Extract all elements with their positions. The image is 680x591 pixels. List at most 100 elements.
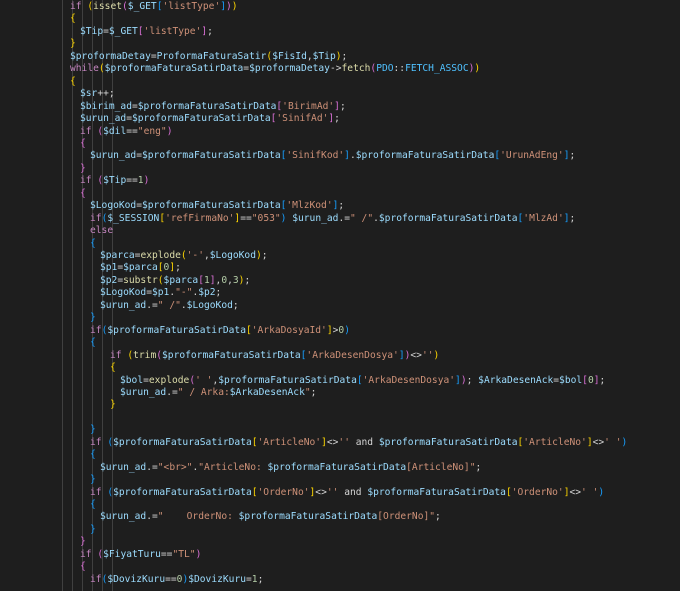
code-line[interactable]: if($proformaFaturaSatirData['ArkaDosyaId… — [90, 325, 350, 337]
code-variable: $LogoKod — [100, 287, 147, 299]
code-operator: ; — [569, 150, 576, 162]
code-line[interactable]: } — [70, 38, 76, 50]
code-line[interactable]: if ($proformaFaturaSatirData['OrderNo']<… — [90, 487, 604, 499]
code-line[interactable]: $urun_ad=$proformaFaturaSatirData['Sinif… — [80, 113, 340, 125]
code-operator: ; — [244, 274, 251, 286]
code-line[interactable]: } — [90, 474, 96, 486]
code-line[interactable]: { — [80, 561, 86, 573]
code-variable: $p2 — [100, 274, 118, 286]
indent-guide — [72, 0, 73, 591]
code-bracket: } — [80, 162, 86, 174]
code-line[interactable]: } — [90, 524, 96, 536]
code-line[interactable]: { — [90, 238, 96, 250]
code-keyword: if — [90, 324, 102, 336]
code-variable: $proformaFaturaSatirData — [238, 511, 378, 523]
code-line[interactable]: if($DovizKuru==0)$DovizKuru=1; — [90, 574, 263, 586]
code-variable: $_GET — [108, 25, 138, 37]
code-variable: $proformaFaturaSatirData — [142, 150, 281, 162]
code-line[interactable]: else — [90, 225, 113, 237]
code-variable: $birim_ad — [80, 100, 132, 112]
code-line[interactable]: } — [80, 536, 86, 548]
code-line[interactable]: { — [80, 188, 86, 200]
code-line[interactable]: $urun_ad.="<br>"."ArticleNo: $proformaFa… — [100, 462, 481, 474]
code-operator: ; — [475, 461, 482, 473]
code-string: ' ' — [604, 436, 622, 448]
code-line[interactable]: { — [70, 76, 76, 88]
code-line[interactable]: if($_SESSION['refFirmaNo']=="053") $urun… — [90, 213, 575, 225]
code-keyword: if — [70, 1, 82, 12]
code-operator: == — [165, 573, 177, 585]
code-operator: ; — [341, 50, 348, 62]
code-variable: $p1 — [152, 287, 170, 299]
code-line[interactable]: { — [90, 499, 96, 511]
code-line[interactable]: $parca=explode('-',$LogoKod); — [100, 250, 268, 262]
code-bracket: ) — [621, 436, 628, 448]
code-operator: ; — [215, 287, 222, 299]
code-variable: $urun_ad — [120, 386, 167, 398]
code-line[interactable]: } — [110, 399, 116, 411]
code-line[interactable]: if ($dil=="eng") — [80, 126, 172, 138]
code-operator: == — [240, 212, 252, 224]
code-variable: $proformaFaturaSatirData — [162, 349, 301, 361]
code-bracket: ) — [474, 63, 481, 75]
code-variable: $DovizKuru — [107, 573, 166, 585]
code-line[interactable]: $proformaDetay=ProformaFaturaSatir($FisI… — [70, 51, 347, 63]
code-variable: $urun_ad — [100, 461, 147, 473]
code-line[interactable]: } — [90, 424, 96, 436]
code-line[interactable]: { — [70, 13, 76, 25]
code-bracket: { — [90, 449, 96, 461]
code-bracket: { — [70, 75, 76, 87]
code-string: 'UrunAdEng' — [500, 150, 564, 162]
code-operator: .= — [166, 386, 178, 398]
code-line[interactable]: } — [90, 312, 96, 324]
code-line[interactable]: if ($FiyatTuru=="TL") — [80, 549, 201, 561]
code-line[interactable]: $Tip=$_GET['listType']; — [80, 26, 213, 38]
code-string: 'SinifKod' — [286, 150, 345, 162]
code-string: 'OrderNo' — [511, 486, 564, 498]
code-editor[interactable]: if (isset($_GET['listType'])){$Tip=$_GET… — [0, 0, 680, 591]
code-line[interactable]: if ($Tip==1) — [80, 175, 149, 187]
code-string: " OrderNo: — [157, 511, 239, 523]
code-variable: $urun_ad — [292, 212, 339, 224]
code-line[interactable]: { — [90, 337, 96, 349]
code-line[interactable]: while($proformaFaturaSatirData=$proforma… — [70, 63, 480, 75]
code-line[interactable]: $birim_ad=$proformaFaturaSatirData['Biri… — [80, 101, 346, 113]
code-line[interactable]: $bol=explode(' ',$proformaFaturaSatirDat… — [120, 375, 605, 387]
code-line[interactable]: $sr++; — [80, 88, 115, 100]
code-string: '-' — [186, 250, 204, 261]
code-variable: $urun_ad — [100, 299, 147, 311]
code-bracket: ) — [195, 548, 202, 560]
code-bracket: { — [80, 137, 86, 149]
code-variable: $bol — [120, 374, 144, 386]
code-line[interactable]: $urun_ad.=" / Arka:$ArkaDesenAck"; — [120, 387, 316, 399]
code-keyword: if — [80, 548, 92, 560]
code-line[interactable]: } — [80, 163, 86, 175]
code-line[interactable]: $p2=substr($parca[1],0,3); — [100, 275, 250, 287]
code-line[interactable]: if (trim($proformaFaturaSatirData['ArkaD… — [110, 350, 439, 362]
code-line[interactable]: if ($proformaFaturaSatirData['ArticleNo'… — [90, 437, 627, 449]
code-operator: <> — [592, 436, 605, 448]
code-bracket: } — [70, 38, 76, 50]
code-line[interactable]: $p1=$parca[0]; — [100, 262, 181, 274]
code-line[interactable]: $LogoKod=$p1."-".$p2; — [100, 287, 221, 299]
code-line[interactable]: { — [80, 138, 86, 150]
code-line[interactable]: $urun_ad=$proformaFaturaSatirData['Sinif… — [90, 150, 575, 162]
code-string: ' ' — [581, 486, 599, 498]
code-variable: $Tip — [80, 25, 104, 37]
code-line[interactable]: { — [90, 449, 96, 461]
code-variable: $proformaFaturaSatirData — [132, 113, 271, 125]
code-bracket: ) — [344, 324, 350, 336]
code-line[interactable]: { — [110, 362, 116, 374]
code-line[interactable]: if (isset($_GET['listType'])) — [70, 1, 238, 13]
code-operator: .= — [146, 299, 158, 311]
code-string: 'refFirmaNo' — [165, 212, 235, 224]
code-string: '' — [326, 486, 339, 498]
code-line[interactable]: $urun_ad.=" /".$LogoKod; — [100, 300, 239, 312]
code-operator: ++; — [97, 88, 115, 100]
code-variable: $_GET — [127, 1, 157, 12]
code-operator: <> — [315, 486, 327, 498]
code-line[interactable]: $urun_ad.=" OrderNo: $proformaFaturaSati… — [100, 511, 441, 523]
code-variable: $proformaFaturaSatirData — [267, 461, 407, 473]
code-line[interactable]: $LogoKod=$proformaFaturaSatirData['MlzKo… — [90, 200, 344, 212]
code-variable: $proformaFaturaSatirData — [104, 63, 244, 75]
